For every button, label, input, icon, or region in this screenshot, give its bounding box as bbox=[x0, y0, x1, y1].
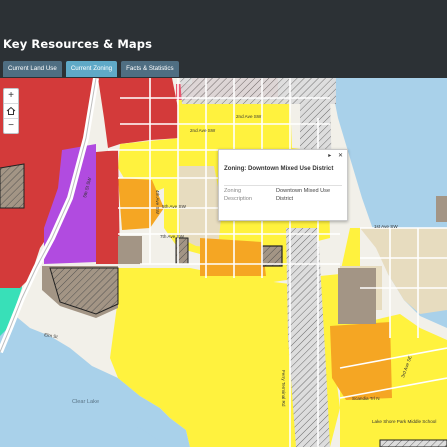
zone-industrial-ne bbox=[436, 196, 447, 222]
label-2nd-ave-b: 2nd Ave SW bbox=[236, 114, 262, 119]
label-scandia: Scandia Trl N bbox=[352, 396, 380, 401]
popup-title: Zoning: Downtown Mixed Use District bbox=[224, 165, 334, 172]
popup-value: Downtown Mixed Use bbox=[276, 188, 331, 194]
page-title: Key Resources & Maps bbox=[3, 37, 153, 51]
popup-divider bbox=[224, 185, 342, 186]
label-5th-ave: 5th Ave SW bbox=[162, 204, 187, 209]
tab-current-zoning[interactable]: Current Zoning bbox=[65, 61, 118, 77]
zone-industrial-c bbox=[118, 236, 142, 264]
zoning-map[interactable]: 2nd Ave SW 2nd Ave SW 4th Ave SW 5th Ave… bbox=[0, 78, 447, 447]
popup-key: Description bbox=[224, 196, 252, 202]
label-4th-ave: 4th Ave SW bbox=[155, 190, 160, 215]
overlay-hatched-west bbox=[0, 163, 25, 209]
popup-next-icon[interactable]: ▸ bbox=[328, 153, 331, 159]
tab-current-land-use[interactable]: Current Land Use bbox=[3, 61, 62, 77]
popup-key: Zoning bbox=[224, 188, 242, 194]
label-2nd-ave: 2nd Ave SW bbox=[190, 128, 216, 133]
popup-close-icon[interactable]: ✕ bbox=[338, 153, 343, 159]
zone-orange-se bbox=[330, 322, 392, 400]
zone-orange-c bbox=[200, 238, 266, 276]
popup-actions: ▸ ✕ bbox=[323, 152, 343, 159]
home-icon bbox=[6, 106, 16, 115]
zone-commercial-n bbox=[98, 78, 180, 148]
zone-commercial-c bbox=[96, 150, 120, 264]
label-park: Lake Shore Park Middle School bbox=[372, 419, 436, 424]
zone-industrial-e bbox=[338, 268, 376, 324]
popup-value: District bbox=[276, 196, 294, 202]
tab-facts-statistics[interactable]: Facts & Statistics bbox=[121, 61, 179, 77]
zoom-control: + − bbox=[3, 88, 19, 134]
map-canvas[interactable]: 2nd Ave SW 2nd Ave SW 4th Ave SW 5th Ave… bbox=[0, 78, 447, 447]
zoom-out-button[interactable]: − bbox=[4, 119, 18, 133]
app-header: Key Resources & Maps Current Land Use Cu… bbox=[0, 0, 447, 80]
label-clear-lake: Clear Lake bbox=[72, 399, 99, 405]
info-popup: ▸ ✕ Zoning: Downtown Mixed Use District … bbox=[218, 149, 348, 221]
label-ferry: Ferry Terminal Rd bbox=[281, 370, 286, 407]
overlay-hatched-school bbox=[379, 439, 447, 447]
label-1st-ave: 1st Ave SW bbox=[374, 224, 398, 229]
home-button[interactable] bbox=[4, 104, 18, 119]
tab-bar: Current Land Use Current Zoning Facts & … bbox=[3, 61, 179, 77]
zoom-in-button[interactable]: + bbox=[4, 89, 18, 104]
overlay-hatched-selected bbox=[261, 245, 283, 267]
label-7th-ave: 7th Ave SW bbox=[160, 234, 185, 239]
